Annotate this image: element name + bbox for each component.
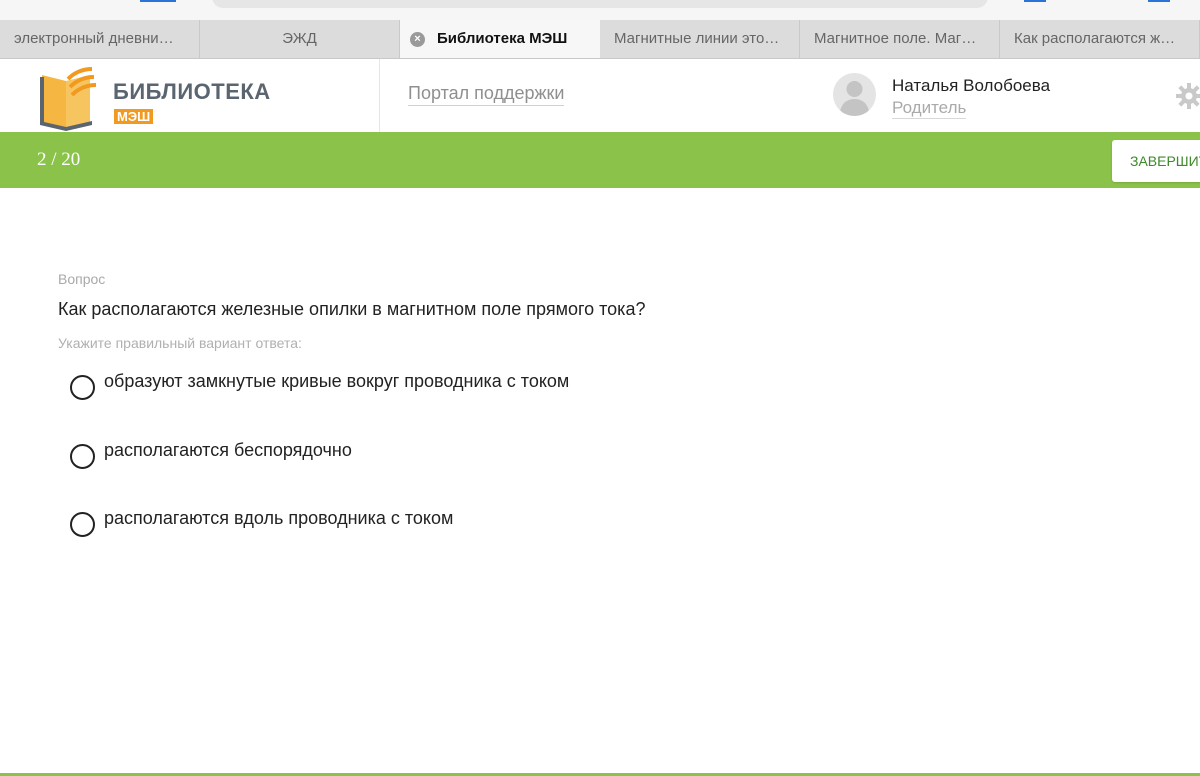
question-counter: 2 / 20 bbox=[37, 149, 81, 170]
gear-icon[interactable] bbox=[1176, 83, 1200, 109]
avatar[interactable] bbox=[833, 73, 876, 116]
question-text: Как располагаются железные опилки в магн… bbox=[58, 299, 646, 319]
tabs-overview-icon[interactable] bbox=[1148, 0, 1170, 2]
logo-title: БИБЛИОТЕКА bbox=[113, 79, 271, 104]
header-divider bbox=[379, 59, 380, 132]
tab-magnetic-field[interactable]: Магнитное поле. Маг… bbox=[800, 20, 1000, 58]
tab-electronic-diary[interactable]: электронный дневни… bbox=[0, 20, 200, 58]
test-progress-bar: 2 / 20 ЗАВЕРШИТЬ bbox=[0, 132, 1200, 188]
browser-toolbar bbox=[0, 0, 1200, 20]
toolbar-button-fragment[interactable] bbox=[140, 0, 176, 2]
radio-unchecked-icon[interactable] bbox=[70, 512, 95, 537]
book-wifi-icon bbox=[40, 67, 97, 131]
radio-unchecked-icon[interactable] bbox=[70, 444, 95, 469]
radio-unchecked-icon[interactable] bbox=[70, 375, 95, 400]
close-icon[interactable]: × bbox=[410, 32, 425, 47]
browser-tab-strip: электронный дневни… ЭЖД × Библиотека МЭШ… bbox=[0, 20, 1200, 59]
site-logo[interactable]: БИБЛИОТЕКА МЭШ bbox=[38, 67, 378, 131]
question-label: Вопрос bbox=[58, 271, 106, 287]
finish-button[interactable]: ЗАВЕРШИТЬ bbox=[1112, 140, 1200, 182]
user-name[interactable]: Наталья Волобоева bbox=[892, 76, 1050, 96]
tab-mesh-library[interactable]: × Библиотека МЭШ bbox=[400, 20, 600, 58]
support-portal-link[interactable]: Портал поддержки bbox=[408, 83, 565, 106]
answer-option-label[interactable]: образуют замкнутые кривые вокруг проводн… bbox=[104, 371, 569, 392]
share-icon[interactable] bbox=[1024, 0, 1046, 2]
tab-ezhd[interactable]: ЭЖД bbox=[200, 20, 400, 58]
answer-option-label[interactable]: располагаются вдоль проводника с током bbox=[104, 508, 453, 529]
tab-magnetic-lines[interactable]: Магнитные линии это… bbox=[600, 20, 800, 58]
user-silhouette-icon bbox=[839, 81, 870, 116]
site-header: БИБЛИОТЕКА МЭШ Портал поддержки Наталья … bbox=[0, 59, 1200, 132]
answer-hint: Укажите правильный вариант ответа: bbox=[58, 335, 302, 351]
address-bar[interactable] bbox=[212, 0, 988, 8]
user-role[interactable]: Родитель bbox=[892, 98, 967, 119]
logo-subtitle: МЭШ bbox=[114, 109, 154, 124]
answer-option-label[interactable]: располагаются беспорядочно bbox=[104, 440, 352, 461]
tab-label: Библиотека МЭШ bbox=[437, 30, 568, 47]
tab-iron-filings[interactable]: Как располагаются ж… bbox=[1000, 20, 1200, 58]
